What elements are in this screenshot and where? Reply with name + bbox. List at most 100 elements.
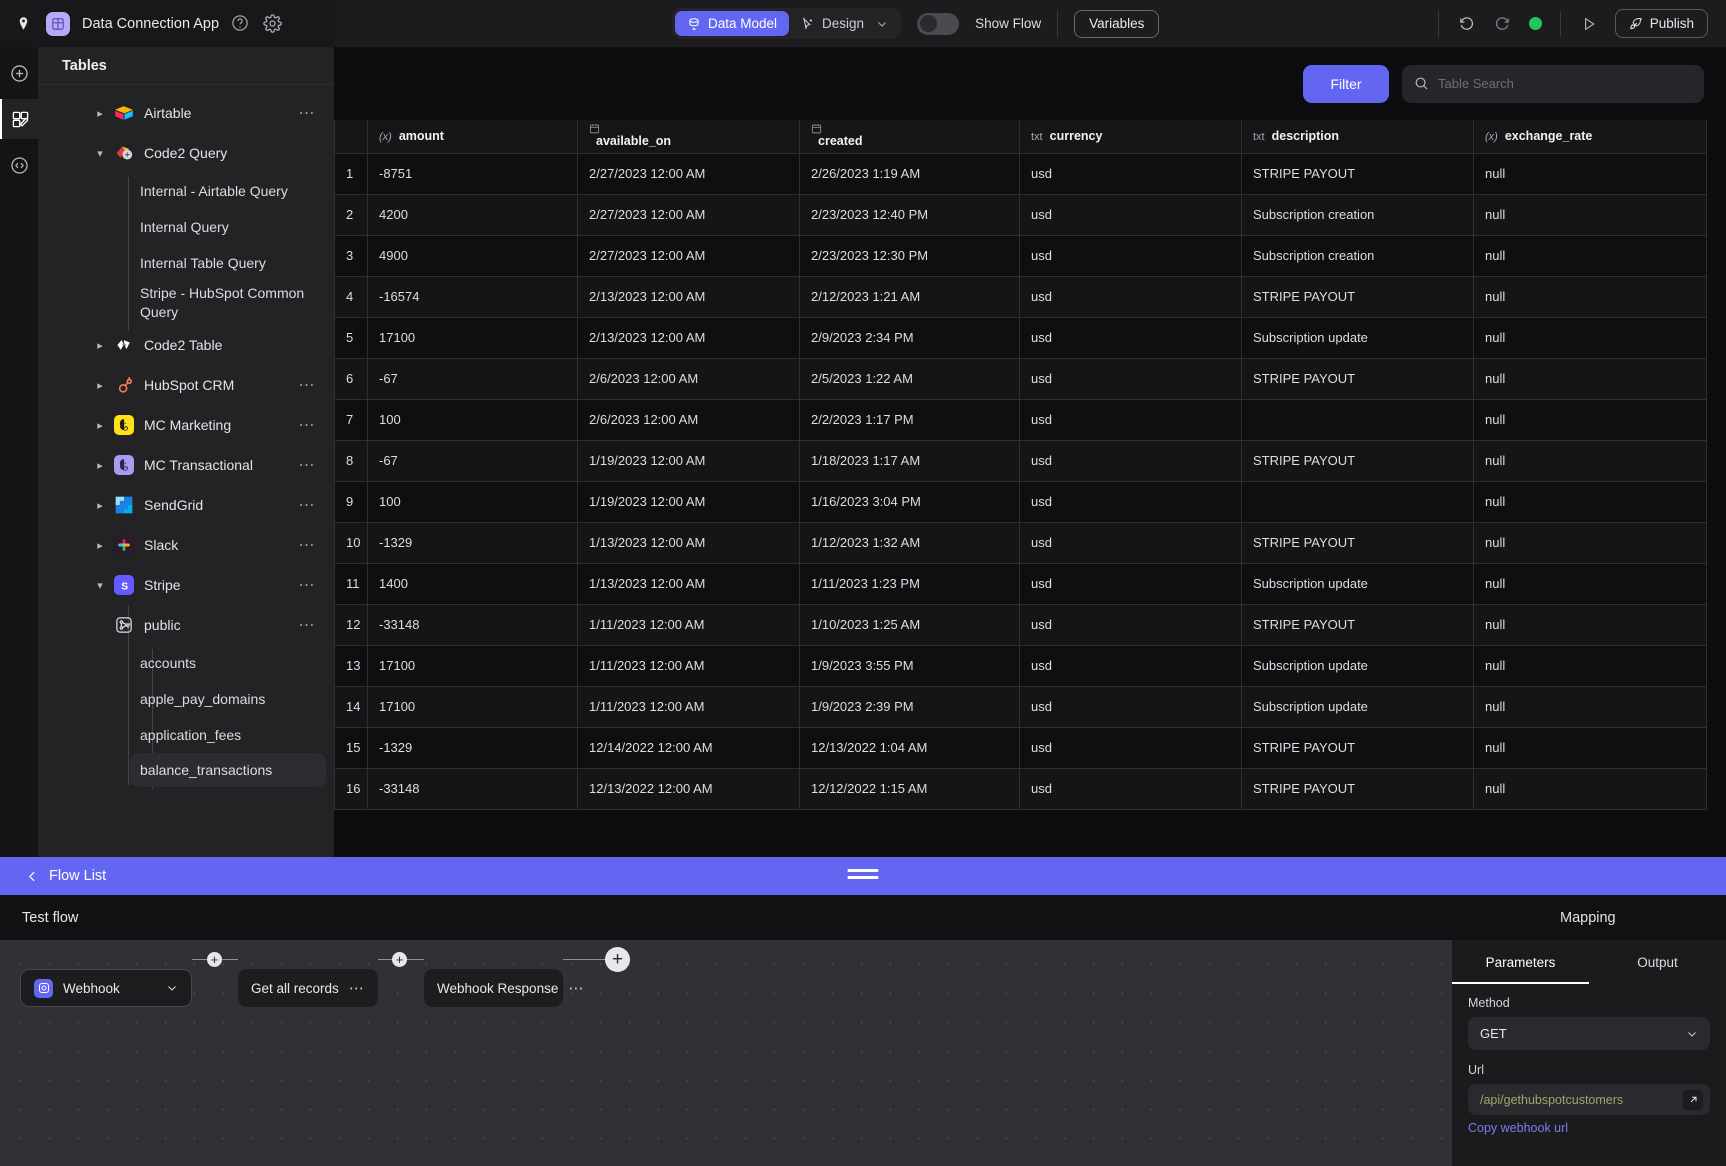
grid-header-currency[interactable]: txt currency [1019,120,1242,154]
cell-exchange-rate[interactable]: null [1473,644,1707,687]
chevron-right-icon[interactable]: ▸ [94,419,106,432]
table-row[interactable]: 3 4900 2/27/2023 12:00 AM 2/23/2023 12:30 P… [334,234,1707,277]
cell-created[interactable]: 2/23/2023 12:40 PM [799,193,1020,236]
cell-exchange-rate[interactable]: null [1473,521,1707,564]
cell-available-on[interactable]: 2/13/2023 12:00 AM [577,316,800,359]
cell-amount[interactable]: 100 [367,480,578,523]
mapping-tab[interactable]: Mapping [1560,910,1616,926]
chevron-right-icon[interactable]: ▸ [94,539,106,552]
url-field[interactable] [1468,1084,1710,1115]
cell-created[interactable]: 1/11/2023 1:23 PM [799,562,1020,605]
sidebar-item-sendgrid[interactable]: ▸ SendGrid ⋯ [38,485,334,525]
cell-description[interactable] [1241,398,1474,441]
cell-exchange-rate[interactable]: null [1473,398,1707,441]
cell-exchange-rate[interactable]: null [1473,480,1707,523]
chevron-right-icon[interactable]: ▸ [94,339,106,352]
cell-available-on[interactable]: 2/27/2023 12:00 AM [577,234,800,277]
table-row[interactable]: 13 17100 1/11/2023 12:00 AM 1/9/2023 3:55 P… [334,644,1707,687]
cell-currency[interactable]: usd [1019,726,1242,769]
table-row[interactable]: 8 -67 1/19/2023 12:00 AM 1/18/2023 1:17 AM u… [334,439,1707,482]
cell-amount[interactable]: -67 [367,357,578,400]
cell-available-on[interactable]: 1/11/2023 12:00 AM [577,644,800,687]
cell-currency[interactable]: usd [1019,357,1242,400]
chevron-down-icon[interactable]: ▾ [94,147,106,160]
play-icon[interactable] [1579,14,1599,34]
sidebar-item-mc-transactional[interactable]: ▸ MC Transactional ⋯ [38,445,334,485]
cell-available-on[interactable]: 12/13/2022 12:00 AM [577,767,800,810]
add-icon[interactable] [0,53,38,93]
sidebar-item-mc-marketing[interactable]: ▸ MC Marketing ⋯ [38,405,334,445]
tab-design[interactable]: Design [789,11,876,36]
tab-data-model[interactable]: Data Model [675,11,790,36]
cell-created[interactable]: 1/10/2023 1:25 AM [799,603,1020,646]
cell-available-on[interactable]: 12/14/2022 12:00 AM [577,726,800,769]
cell-currency[interactable]: usd [1019,193,1242,236]
cell-available-on[interactable]: 1/11/2023 12:00 AM [577,685,800,728]
cell-exchange-rate[interactable]: null [1473,234,1707,277]
cell-created[interactable]: 1/9/2023 2:39 PM [799,685,1020,728]
cell-description[interactable]: STRIPE PAYOUT [1241,726,1474,769]
table-row[interactable]: 12 -33148 1/11/2023 12:00 AM 1/10/2023 1:25… [334,603,1707,646]
cell-amount[interactable]: 17100 [367,685,578,728]
tab-parameters[interactable]: Parameters [1452,940,1589,984]
cell-created[interactable]: 2/23/2023 12:30 PM [799,234,1020,277]
cell-available-on[interactable]: 1/13/2023 12:00 AM [577,521,800,564]
gear-icon[interactable] [263,13,283,34]
sidebar-item-menu-icon[interactable]: ⋯ [299,375,317,395]
cell-amount[interactable]: 17100 [367,644,578,687]
cell-available-on[interactable]: 1/19/2023 12:00 AM [577,480,800,523]
sidebar-item-menu-icon[interactable]: ⋯ [299,615,317,635]
table-row[interactable]: 1 -8751 2/27/2023 12:00 AM 2/26/2023 1:19 A… [334,152,1707,195]
cell-created[interactable]: 1/9/2023 3:55 PM [799,644,1020,687]
sidebar-subitem-internal-table-query[interactable]: Internal Table Query [38,245,334,281]
cell-description[interactable]: Subscription creation [1241,234,1474,277]
chevron-down-icon[interactable] [876,18,898,30]
cell-amount[interactable]: -33148 [367,603,578,646]
show-flow-toggle[interactable] [917,12,960,35]
cell-available-on[interactable]: 2/6/2023 12:00 AM [577,357,800,400]
cell-description[interactable]: STRIPE PAYOUT [1241,521,1474,564]
sidebar-item-stripe[interactable]: ▾ S Stripe ⋯ [38,565,334,605]
cell-description[interactable] [1241,480,1474,523]
sidebar-subitem-stripe-hubspot-common-query[interactable]: Stripe - HubSpot Common Query [38,281,334,325]
cell-amount[interactable]: -33148 [367,767,578,810]
open-external-icon[interactable] [1683,1089,1703,1110]
tab-output[interactable]: Output [1589,940,1726,984]
sidebar-item-menu-icon[interactable]: ⋯ [299,535,317,555]
flow-node-get-all-records[interactable]: Get all records ⋯ [238,969,378,1007]
cell-exchange-rate[interactable]: null [1473,357,1707,400]
cell-exchange-rate[interactable]: null [1473,316,1707,359]
cell-available-on[interactable]: 1/13/2023 12:00 AM [577,562,800,605]
filter-button[interactable]: Filter [1303,64,1389,103]
sidebar-item-slack[interactable]: ▸ Slack ⋯ [38,525,334,565]
chevron-down-icon[interactable]: ▾ [94,579,106,592]
table-row[interactable]: 4 -16574 2/13/2023 12:00 AM 2/12/2023 1:21 … [334,275,1707,318]
undo-icon[interactable] [1457,14,1477,34]
home-icon[interactable] [12,13,34,35]
redo-icon[interactable] [1493,14,1513,34]
sidebar-subitem-internal-query[interactable]: Internal Query [38,209,334,245]
chevron-left-icon[interactable] [26,870,39,883]
table-row[interactable]: 10 -1329 1/13/2023 12:00 AM 1/12/2023 1:32 … [334,521,1707,564]
sidebar-item-public-schema[interactable]: ▾ public ⋯ [38,605,334,645]
cell-exchange-rate[interactable]: null [1473,726,1707,769]
search-input[interactable] [1438,76,1692,91]
cell-created[interactable]: 2/9/2023 2:34 PM [799,316,1020,359]
sidebar-item-hubspot-crm[interactable]: ▸ HubSpot CRM ⋯ [38,365,334,405]
chevron-down-icon[interactable]: ▾ [122,619,134,632]
sidebar-item-code2-table[interactable]: ▸ 2 Code2 Table [38,325,334,365]
cell-exchange-rate[interactable]: null [1473,767,1707,810]
cell-currency[interactable]: usd [1019,480,1242,523]
chevron-down-icon[interactable] [166,982,178,994]
cell-currency[interactable]: usd [1019,521,1242,564]
cell-created[interactable]: 2/26/2023 1:19 AM [799,152,1020,195]
cell-description[interactable]: Subscription update [1241,562,1474,605]
help-circle-icon[interactable] [231,14,251,34]
table-row[interactable]: 15 -1329 12/14/2022 12:00 AM 12/13/2022 1:0… [334,726,1707,769]
add-step-button[interactable]: + [392,951,407,967]
cell-amount[interactable]: 1400 [367,562,578,605]
cell-created[interactable]: 2/12/2023 1:21 AM [799,275,1020,318]
cell-exchange-rate[interactable]: null [1473,685,1707,728]
sidebar-item-code2-query[interactable]: ▾ Code2 Query [38,133,334,173]
grid-header-available-on[interactable]: available_on [577,120,800,154]
